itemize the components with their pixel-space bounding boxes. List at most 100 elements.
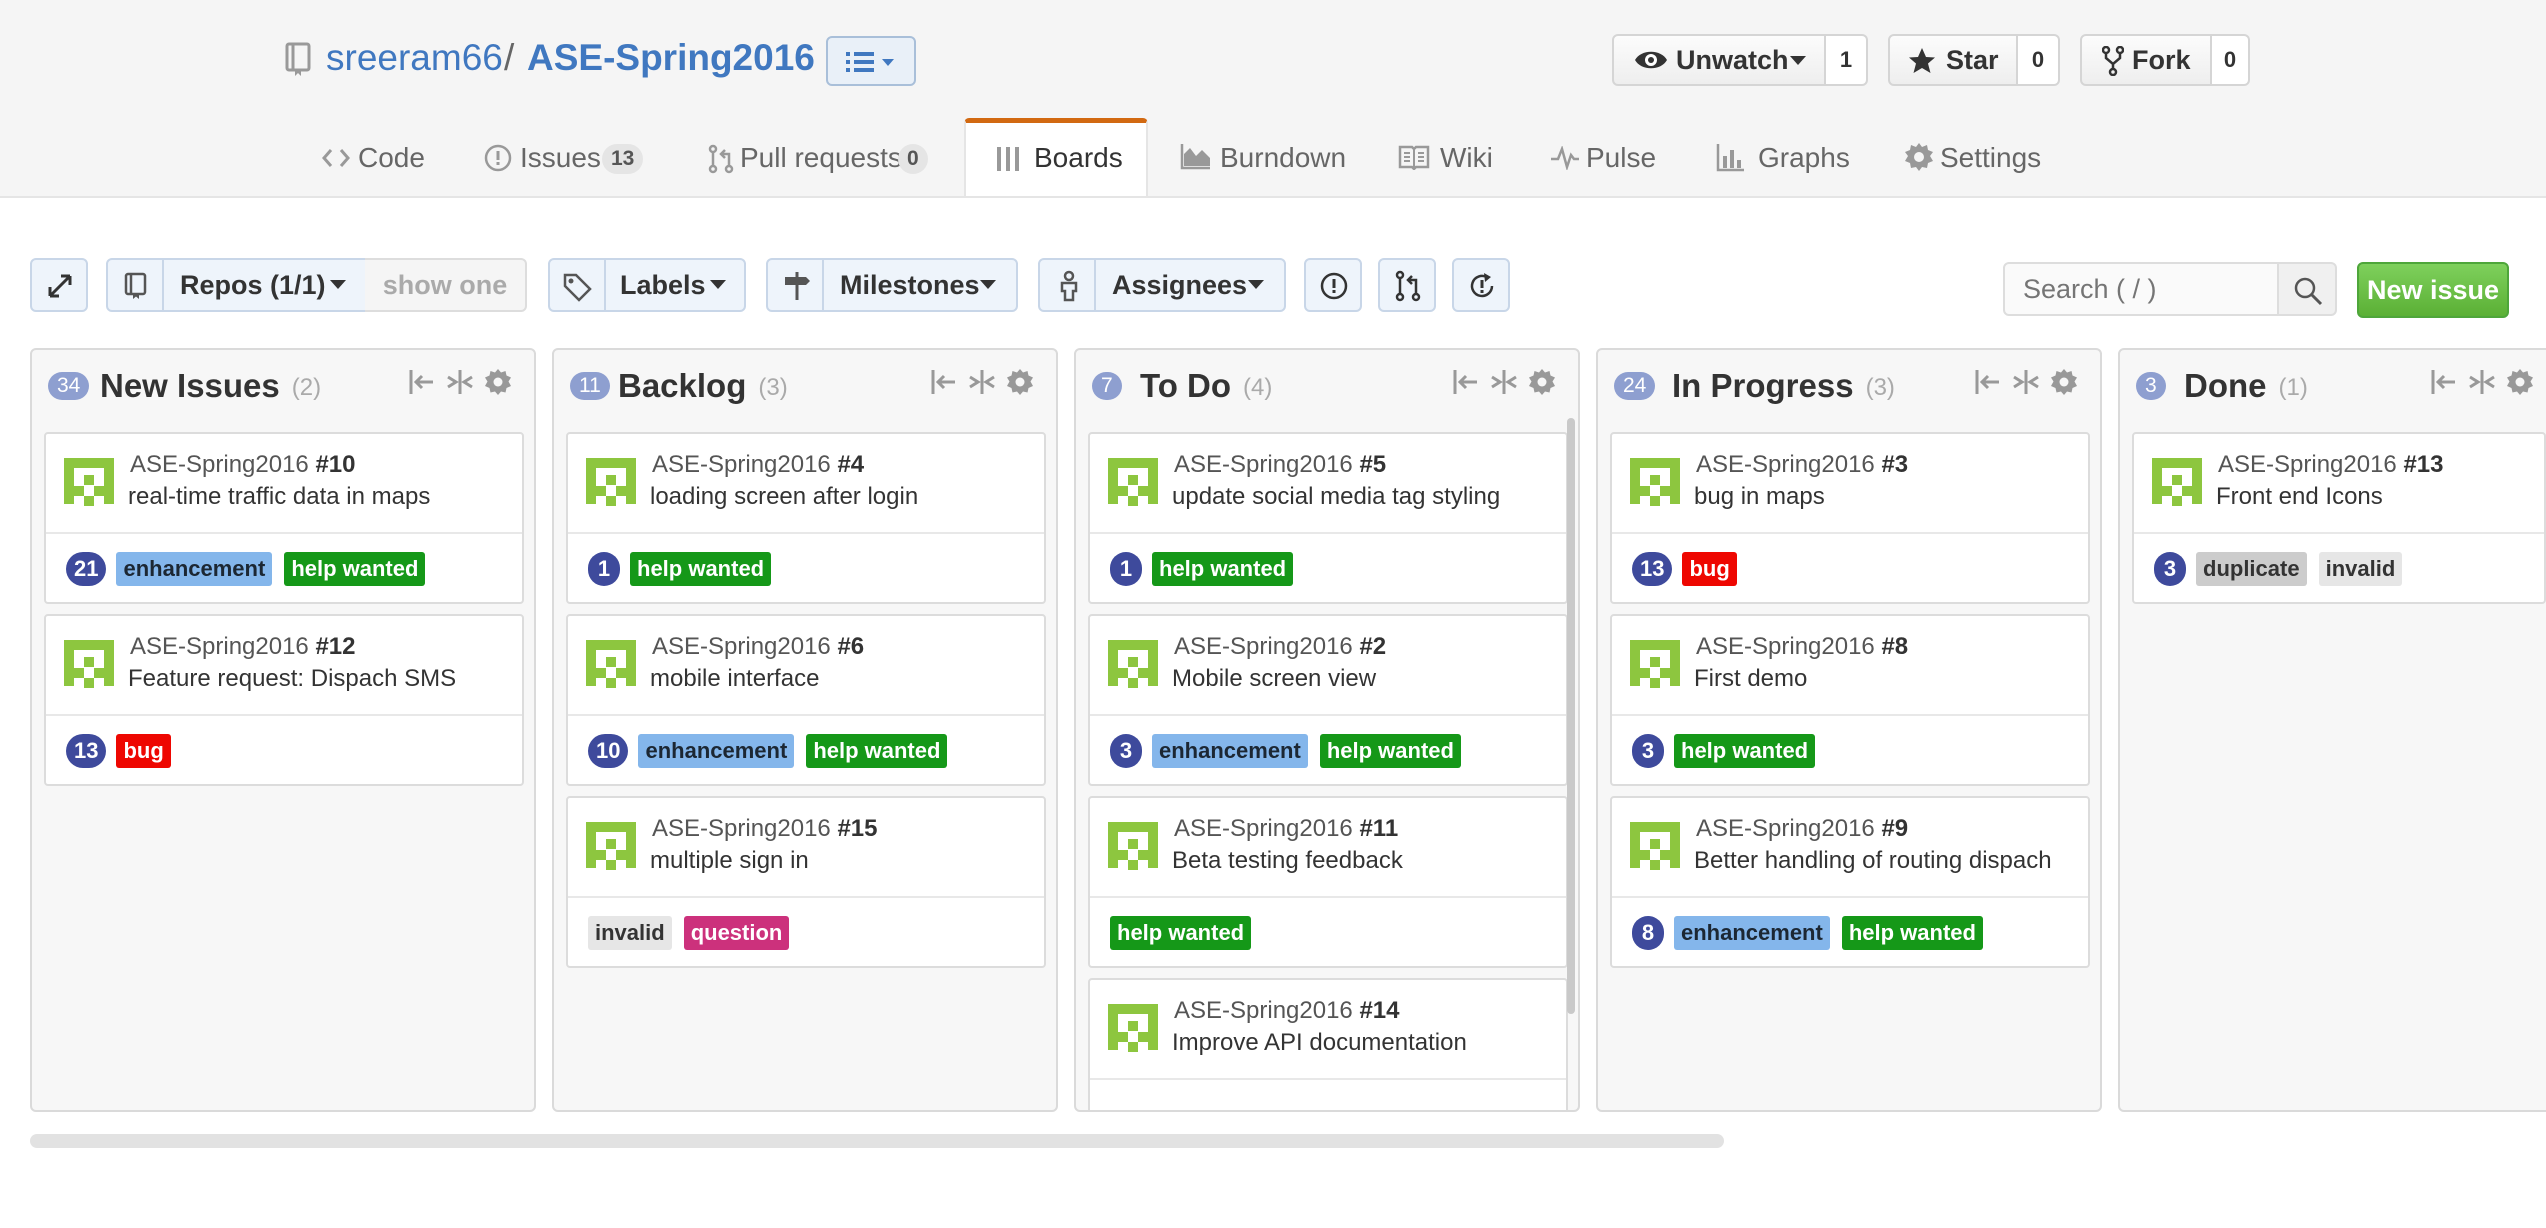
card-issue-title[interactable]: update social media tag styling	[1172, 482, 1500, 512]
unwatch-button[interactable]: Unwatch	[1612, 34, 1826, 86]
stargazers-count[interactable]: 0	[2018, 34, 2060, 86]
gear-icon[interactable]	[1006, 368, 1034, 396]
card-issue-number[interactable]: #8	[1881, 633, 1908, 660]
forks-count[interactable]: 0	[2212, 34, 2250, 86]
card-issue-title[interactable]: real-time traffic data in maps	[128, 482, 430, 512]
label-help-wanted[interactable]: help wanted	[806, 734, 948, 768]
tab-wiki[interactable]: Wiki	[1398, 120, 1494, 196]
filter-closed-button[interactable]	[1452, 258, 1510, 312]
card-issue-number[interactable]: #10	[315, 451, 355, 478]
gear-icon[interactable]	[484, 368, 512, 396]
card-issue-number[interactable]: #5	[1359, 451, 1386, 478]
label-help-wanted[interactable]: help wanted	[1674, 734, 1816, 768]
todo-column-scrollbar[interactable]	[1567, 418, 1575, 1014]
repo-menu-button[interactable]	[826, 36, 916, 86]
filter-issues-button[interactable]	[1304, 258, 1362, 312]
milestones-filter-button[interactable]: Milestones	[766, 258, 1018, 312]
card-issue-title[interactable]: mobile interface	[650, 664, 819, 694]
fullscreen-button[interactable]	[30, 258, 88, 312]
label-question[interactable]: question	[683, 916, 790, 950]
card-issue-number[interactable]: #2	[1359, 633, 1386, 660]
tab-issues[interactable]: Issues 13	[482, 120, 652, 196]
collapse-left-icon[interactable]	[1452, 368, 1480, 396]
fork-button[interactable]: Fork	[2080, 34, 2212, 86]
collapse-left-icon[interactable]	[1974, 368, 2002, 396]
card-issue-title[interactable]: Better handling of routing dispach	[1694, 846, 2052, 876]
board-horizontal-scrollbar[interactable]	[30, 1134, 1724, 1148]
label-help-wanted[interactable]: help wanted	[1319, 734, 1461, 768]
issue-card[interactable]: ASE-Spring2016 #9 Better handling of rout…	[1610, 796, 2090, 968]
label-bug[interactable]: bug	[116, 734, 171, 768]
label-enhancement[interactable]: enhancement	[1152, 734, 1308, 768]
issue-card[interactable]: ASE-Spring2016 #14 Improve API documentat…	[1088, 978, 1568, 1110]
card-issue-number[interactable]: #6	[837, 633, 864, 660]
tab-settings[interactable]: Settings	[1904, 120, 2054, 196]
tab-boards[interactable]: Boards	[964, 118, 1148, 196]
show-one-button[interactable]: show one	[365, 258, 527, 312]
card-issue-title[interactable]: multiple sign in	[650, 846, 809, 876]
gear-icon[interactable]	[2050, 368, 2078, 396]
tab-code[interactable]: Code	[318, 120, 428, 196]
card-issue-title[interactable]: bug in maps	[1694, 482, 1825, 512]
issue-card[interactable]: ASE-Spring2016 #12 Feature request: Dispa…	[44, 614, 524, 786]
label-help-wanted[interactable]: help wanted	[1841, 916, 1983, 950]
card-issue-title[interactable]: Beta testing feedback	[1172, 846, 1403, 876]
issue-card[interactable]: ASE-Spring2016 #8 First demo 3 help wanted	[1610, 614, 2090, 786]
card-issue-title[interactable]: First demo	[1694, 664, 1807, 694]
tab-pulse[interactable]: Pulse	[1550, 120, 1660, 196]
repo-name-link[interactable]: ASE-Spring2016	[527, 34, 815, 82]
split-column-icon[interactable]	[446, 368, 474, 396]
card-issue-number[interactable]: #15	[837, 815, 877, 842]
label-invalid[interactable]: invalid	[2318, 552, 2403, 586]
split-column-icon[interactable]	[2468, 368, 2496, 396]
label-help-wanted[interactable]: help wanted	[1110, 916, 1252, 950]
assignees-filter-button[interactable]: Assignees	[1038, 258, 1286, 312]
labels-filter-button[interactable]: Labels	[548, 258, 746, 312]
card-issue-number[interactable]: #11	[1359, 815, 1398, 842]
label-duplicate[interactable]: duplicate	[2196, 552, 2307, 586]
label-help-wanted[interactable]: help wanted	[284, 552, 426, 586]
gear-icon[interactable]	[1528, 368, 1556, 396]
card-issue-title[interactable]: Improve API documentation	[1172, 1028, 1467, 1058]
label-enhancement[interactable]: enhancement	[1674, 916, 1830, 950]
card-issue-number[interactable]: #9	[1881, 815, 1908, 842]
issue-card[interactable]: ASE-Spring2016 #15 multiple sign in invali…	[566, 796, 1046, 968]
tab-burndown[interactable]: Burndown	[1178, 120, 1348, 196]
split-column-icon[interactable]	[2012, 368, 2040, 396]
tab-graphs[interactable]: Graphs	[1716, 120, 1856, 196]
collapse-left-icon[interactable]	[930, 368, 958, 396]
issue-card[interactable]: ASE-Spring2016 #2 Mobile screen view 3 enha…	[1088, 614, 1568, 786]
search-input[interactable]	[2003, 262, 2279, 316]
label-invalid[interactable]: invalid	[588, 916, 672, 950]
label-enhancement[interactable]: enhancement	[638, 734, 795, 768]
card-issue-number[interactable]: #3	[1881, 451, 1908, 478]
issue-card[interactable]: ASE-Spring2016 #6 mobile interface 10 enhan…	[566, 614, 1046, 786]
card-issue-title[interactable]: Mobile screen view	[1172, 664, 1376, 694]
tab-pull-requests[interactable]: Pull requests 0	[708, 120, 942, 196]
card-issue-number[interactable]: #13	[2403, 451, 2443, 478]
label-enhancement[interactable]: enhancement	[116, 552, 273, 586]
filter-pull-requests-button[interactable]	[1378, 258, 1436, 312]
issue-card[interactable]: ASE-Spring2016 #5 update social media tag…	[1088, 432, 1568, 604]
card-issue-title[interactable]: Feature request: Dispach SMS	[128, 664, 456, 694]
gear-icon[interactable]	[2506, 368, 2534, 396]
split-column-icon[interactable]	[1490, 368, 1518, 396]
collapse-left-icon[interactable]	[408, 368, 436, 396]
label-help-wanted[interactable]: help wanted	[1152, 552, 1294, 586]
issue-card[interactable]: ASE-Spring2016 #3 bug in maps 13 bug	[1610, 432, 2090, 604]
card-issue-title[interactable]: loading screen after login	[650, 482, 918, 512]
new-issue-button[interactable]: New issue	[2357, 262, 2509, 318]
repo-owner-link[interactable]: sreeram66	[326, 34, 503, 82]
card-issue-number[interactable]: #12	[315, 633, 355, 660]
issue-card[interactable]: ASE-Spring2016 #13 Front end Icons 3 duplic…	[2132, 432, 2546, 604]
issue-card[interactable]: ASE-Spring2016 #10 real-time traffic data…	[44, 432, 524, 604]
card-issue-number[interactable]: #14	[1359, 997, 1399, 1024]
issue-card[interactable]: ASE-Spring2016 #11 Beta testing feedback h…	[1088, 796, 1568, 968]
card-issue-number[interactable]: #4	[837, 451, 864, 478]
collapse-left-icon[interactable]	[2430, 368, 2458, 396]
label-bug[interactable]: bug	[1682, 552, 1737, 586]
issue-card[interactable]: ASE-Spring2016 #4 loading screen after lo…	[566, 432, 1046, 604]
card-issue-title[interactable]: Front end Icons	[2216, 482, 2383, 512]
star-button[interactable]: Star	[1888, 34, 2018, 86]
search-button[interactable]	[2279, 262, 2337, 316]
